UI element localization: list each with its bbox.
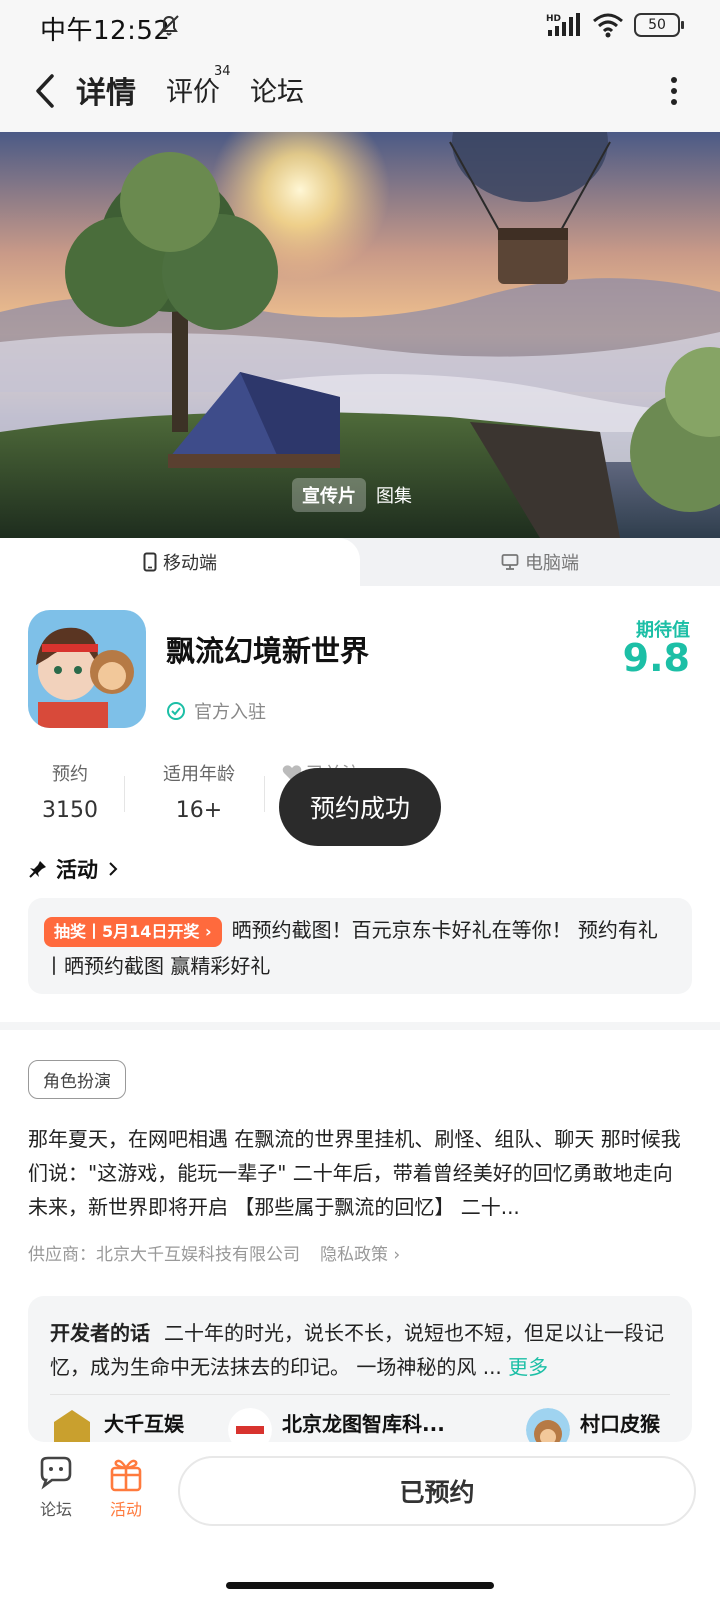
status-bar: 中午12:52 HD 50 <box>0 0 720 52</box>
media-switch: 宣传片 图集 <box>292 478 422 512</box>
verified-check-icon <box>167 702 185 720</box>
gift-icon <box>110 1459 142 1492</box>
phone-icon <box>143 552 157 572</box>
stat-reservations: 预约 3150 <box>28 760 112 823</box>
game-description[interactable]: 那年夏天，在网吧相遇 在飘流的世界里挂机、刷怪、组队、聊天 那时候我们说："这游… <box>28 1122 692 1224</box>
home-indicator[interactable] <box>226 1582 494 1589</box>
developer-card[interactable]: 开发者的话 二十年的时光，说长不长，说短也不短，但足以让一段记忆，成为生命中无法抹… <box>28 1296 692 1442</box>
developer-item[interactable]: 大千互娱 <box>50 1408 184 1442</box>
app-icon <box>28 610 146 728</box>
nav-bar: 详情 评价 34 论坛 <box>0 52 720 132</box>
monitor-icon <box>501 554 519 570</box>
developer-name: 村口皮猴 <box>580 1412 660 1436</box>
stat-divider <box>264 776 265 812</box>
bottom-tab-activity[interactable]: 活动 <box>96 1456 156 1520</box>
official-badge: 官方入驻 <box>166 698 266 724</box>
bottom-bar: 论坛 活动 已预约 <box>0 1442 720 1600</box>
chevron-right-icon <box>109 862 118 876</box>
developer-list: 大千互娱 北京龙图智库科... 村口皮猴 <box>50 1408 690 1442</box>
developer-logo <box>228 1408 272 1442</box>
developer-item[interactable]: 北京龙图智库科... <box>228 1408 445 1442</box>
lottery-tag: 抽奖丨5月14日开奖 › <box>44 917 222 947</box>
genre-tag[interactable]: 角色扮演 <box>28 1060 126 1099</box>
developer-note: 开发者的话 二十年的时光，说长不长，说短也不短，但足以让一段记忆，成为生命中无法抹… <box>50 1316 670 1384</box>
forum-chat-icon <box>40 1456 72 1490</box>
developer-divider <box>50 1394 670 1395</box>
tab-forum[interactable]: 论坛 <box>250 70 304 109</box>
more-options-icon[interactable] <box>668 76 680 106</box>
supplier-row: 供应商：北京大千互娱科技有限公司 隐私政策 › <box>28 1240 400 1265</box>
signal-icon: HD <box>546 13 580 36</box>
bottom-tab-forum[interactable]: 论坛 <box>26 1456 86 1520</box>
activity-card[interactable]: 抽奖丨5月14日开奖 › 晒预约截图！百元京东卡好礼在等你！ 预约有礼丨晒预约截图… <box>28 898 692 994</box>
privacy-policy-label: 隐私政策 <box>320 1245 388 1265</box>
review-count-badge: 34 <box>214 64 231 79</box>
more-link[interactable]: 更多 <box>508 1355 548 1379</box>
stat-age-label: 适用年龄 <box>163 764 235 785</box>
bottom-tab-activity-label: 活动 <box>109 1500 142 1519</box>
status-time: 中午12:52 <box>40 16 171 46</box>
developer-logo <box>54 1410 90 1442</box>
tab-review[interactable]: 评价 <box>166 70 220 109</box>
stat-age: 适用年龄 16+ <box>140 760 258 823</box>
reserved-button[interactable]: 已预约 <box>178 1456 696 1526</box>
tab-detail-label: 详情 <box>76 76 136 111</box>
developer-item[interactable]: 村口皮猴 <box>526 1408 660 1442</box>
platform-tab-mobile[interactable]: 移动端 <box>0 538 360 586</box>
activity-header-label: 活动 <box>56 858 98 882</box>
lottery-tag-label: 抽奖丨5月14日开奖 <box>54 922 200 941</box>
developer-note-title: 开发者的话 <box>50 1321 150 1345</box>
app-icon-art <box>28 610 146 728</box>
supplier-label: 供应商：北京大千互娱科技有限公司 <box>28 1245 300 1265</box>
tab-detail[interactable]: 详情 <box>76 68 136 112</box>
stat-age-value: 16+ <box>175 798 223 823</box>
app-title: 飘流幻境新世界 <box>166 634 370 668</box>
media-tab-gallery[interactable]: 图集 <box>366 478 422 512</box>
expect-score-value: 9.8 <box>622 636 690 680</box>
bell-off-icon <box>159 15 179 36</box>
battery-icon: 50 <box>634 13 684 37</box>
developer-name: 大千互娱 <box>104 1412 184 1436</box>
bottom-tab-forum-label: 论坛 <box>39 1500 72 1519</box>
stat-reservations-label: 预约 <box>52 764 88 785</box>
toast-message: 预约成功 <box>279 768 441 846</box>
media-tab-trailer[interactable]: 宣传片 <box>292 478 366 512</box>
back-arrow-icon[interactable] <box>28 68 64 114</box>
section-separator <box>0 1022 720 1030</box>
network-label: HD <box>546 14 561 24</box>
pin-icon <box>29 861 46 878</box>
platform-mobile-label: 移动端 <box>163 553 217 574</box>
platform-pc-label: 电脑端 <box>525 553 579 574</box>
platform-tab-pc[interactable]: 电脑端 <box>360 538 720 586</box>
activity-header[interactable]: 活动 <box>28 854 120 884</box>
platform-tabs: 移动端 电脑端 <box>0 538 720 586</box>
wifi-icon <box>593 13 623 38</box>
stat-reservations-value: 3150 <box>42 798 98 823</box>
hero-banner[interactable]: 宣传片 图集 <box>0 132 720 538</box>
privacy-policy-link[interactable]: 隐私政策 › <box>320 1240 400 1265</box>
developer-name: 北京龙图智库科... <box>282 1412 445 1436</box>
stat-divider <box>124 776 125 812</box>
official-label: 官方入驻 <box>194 702 266 723</box>
developer-avatar <box>526 1408 570 1442</box>
